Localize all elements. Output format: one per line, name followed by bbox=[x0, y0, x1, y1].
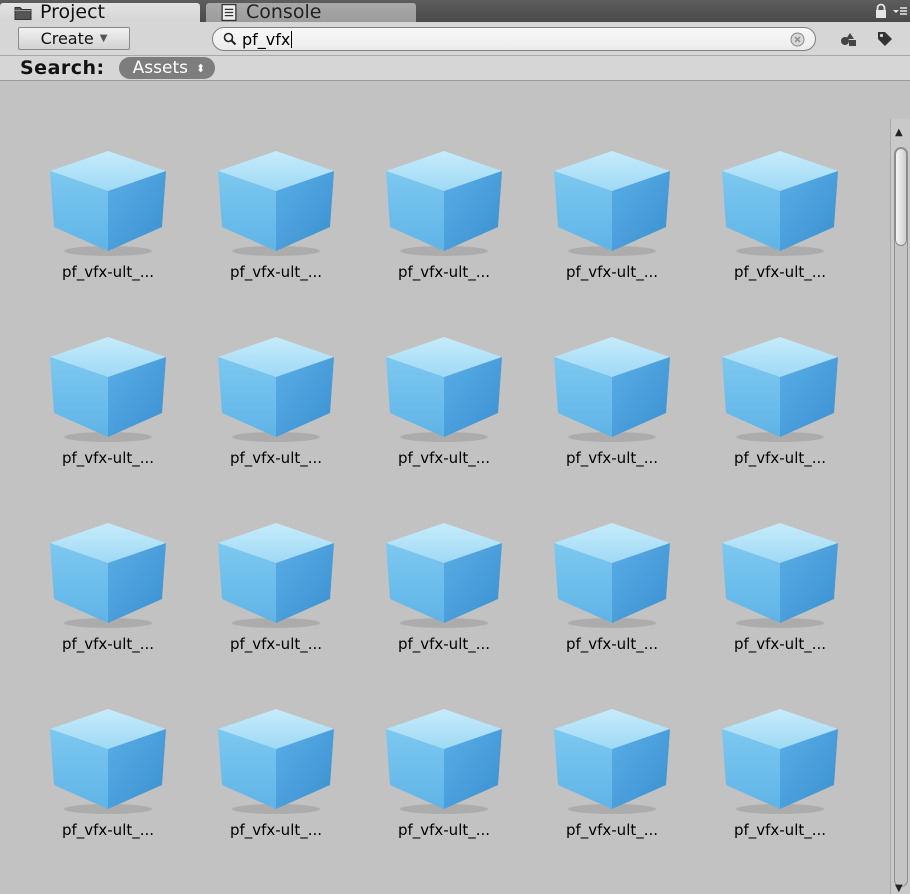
asset-item[interactable]: pf_vfx-ult_... bbox=[206, 333, 346, 519]
asset-item[interactable]: pf_vfx-ult_... bbox=[710, 333, 850, 519]
asset-grid: pf_vfx-ult_... pf_vfx-ult_... pf_vfx-ult_.… bbox=[38, 147, 878, 891]
asset-name: pf_vfx-ult_... bbox=[397, 635, 491, 653]
asset-name: pf_vfx-ult_... bbox=[61, 635, 155, 653]
scroll-thumb[interactable] bbox=[895, 148, 907, 246]
asset-name: pf_vfx-ult_... bbox=[61, 449, 155, 467]
lock-icon[interactable] bbox=[874, 3, 888, 19]
tab-console[interactable]: Console bbox=[206, 3, 416, 22]
asset-name: pf_vfx-ult_... bbox=[61, 821, 155, 839]
prefab-cube-icon bbox=[722, 523, 838, 628]
prefab-cube-icon bbox=[554, 151, 670, 256]
toolbar-row: Create ▼ pf_vfx bbox=[0, 22, 910, 56]
prefab-cube-icon bbox=[554, 709, 670, 814]
asset-name: pf_vfx-ult_... bbox=[733, 263, 827, 281]
asset-item[interactable]: pf_vfx-ult_... bbox=[374, 333, 514, 519]
scroll-down-icon[interactable]: ▼ bbox=[895, 883, 903, 894]
asset-item[interactable]: pf_vfx-ult_... bbox=[542, 519, 682, 705]
prefab-cube-icon bbox=[50, 151, 166, 256]
prefab-cube-icon bbox=[218, 709, 334, 814]
asset-item[interactable]: pf_vfx-ult_... bbox=[542, 147, 682, 333]
console-icon bbox=[221, 3, 237, 22]
project-toolbar: Create ▼ pf_vfx Search: Assets ⬍ bbox=[0, 22, 910, 81]
tab-label: Project bbox=[40, 1, 106, 23]
asset-name: pf_vfx-ult_... bbox=[565, 635, 659, 653]
asset-name: pf_vfx-ult_... bbox=[565, 821, 659, 839]
chevron-down-icon: ▼ bbox=[99, 33, 108, 44]
search-input-value[interactable]: pf_vfx bbox=[242, 30, 293, 48]
create-dropdown-button[interactable]: Create ▼ bbox=[18, 27, 130, 50]
prefab-cube-icon bbox=[218, 523, 334, 628]
search-scope-value: Assets bbox=[132, 58, 188, 78]
prefab-cube-icon bbox=[722, 709, 838, 814]
search-scope-dropdown[interactable]: Assets ⬍ bbox=[118, 57, 216, 79]
asset-item[interactable]: pf_vfx-ult_... bbox=[374, 705, 514, 891]
filter-by-type-button[interactable] bbox=[834, 26, 864, 52]
prefab-cube-icon bbox=[50, 709, 166, 814]
scroll-track[interactable] bbox=[894, 147, 908, 887]
scroll-up-icon[interactable]: ▲ bbox=[895, 127, 903, 138]
filter-by-label-button[interactable] bbox=[870, 26, 900, 52]
asset-name: pf_vfx-ult_... bbox=[397, 821, 491, 839]
search-scope-row: Search: Assets ⬍ bbox=[0, 56, 910, 80]
asset-item[interactable]: pf_vfx-ult_... bbox=[710, 519, 850, 705]
search-scope-label: Search: bbox=[20, 57, 105, 79]
asset-item[interactable]: pf_vfx-ult_... bbox=[374, 519, 514, 705]
asset-item[interactable]: pf_vfx-ult_... bbox=[206, 519, 346, 705]
prefab-cube-icon bbox=[722, 337, 838, 442]
asset-item[interactable]: pf_vfx-ult_... bbox=[542, 705, 682, 891]
asset-name: pf_vfx-ult_... bbox=[565, 449, 659, 467]
asset-name: pf_vfx-ult_... bbox=[565, 263, 659, 281]
asset-name: pf_vfx-ult_... bbox=[397, 263, 491, 281]
filter-by-label-icon bbox=[878, 32, 892, 46]
prefab-cube-icon bbox=[386, 337, 502, 442]
prefab-cube-icon bbox=[554, 523, 670, 628]
asset-item[interactable]: pf_vfx-ult_... bbox=[38, 519, 178, 705]
prefab-cube-icon bbox=[554, 337, 670, 442]
asset-name: pf_vfx-ult_... bbox=[229, 635, 323, 653]
filter-by-type-icon bbox=[841, 33, 856, 46]
asset-item[interactable]: pf_vfx-ult_... bbox=[542, 333, 682, 519]
asset-name: pf_vfx-ult_... bbox=[397, 449, 491, 467]
prefab-cube-icon bbox=[722, 151, 838, 256]
asset-name: pf_vfx-ult_... bbox=[229, 449, 323, 467]
asset-item[interactable]: pf_vfx-ult_... bbox=[38, 147, 178, 333]
asset-name: pf_vfx-ult_... bbox=[733, 635, 827, 653]
asset-item[interactable]: pf_vfx-ult_... bbox=[710, 147, 850, 333]
folder-icon bbox=[14, 7, 32, 20]
search-icon bbox=[223, 32, 237, 46]
asset-name: pf_vfx-ult_... bbox=[733, 821, 827, 839]
asset-grid-area: pf_vfx-ult_... pf_vfx-ult_... pf_vfx-ult_.… bbox=[0, 119, 890, 894]
asset-name: pf_vfx-ult_... bbox=[733, 449, 827, 467]
search-field[interactable]: pf_vfx bbox=[212, 27, 816, 51]
panel-menu-icon[interactable] bbox=[892, 4, 908, 18]
asset-name: pf_vfx-ult_... bbox=[61, 263, 155, 281]
create-label: Create bbox=[40, 29, 94, 48]
prefab-cube-icon bbox=[386, 709, 502, 814]
asset-name: pf_vfx-ult_... bbox=[229, 821, 323, 839]
asset-item[interactable]: pf_vfx-ult_... bbox=[206, 147, 346, 333]
prefab-cube-icon bbox=[218, 151, 334, 256]
clear-search-icon[interactable] bbox=[790, 32, 805, 47]
asset-item[interactable]: pf_vfx-ult_... bbox=[38, 333, 178, 519]
asset-item[interactable]: pf_vfx-ult_... bbox=[38, 705, 178, 891]
vertical-scrollbar[interactable]: ▲ ▼ bbox=[890, 119, 910, 894]
tab-bar: Project Console bbox=[0, 0, 910, 22]
asset-item[interactable]: pf_vfx-ult_... bbox=[374, 147, 514, 333]
asset-item[interactable]: pf_vfx-ult_... bbox=[206, 705, 346, 891]
up-down-arrows-icon: ⬍ bbox=[195, 61, 206, 75]
tab-project[interactable]: Project bbox=[0, 3, 200, 22]
tab-label: Console bbox=[246, 1, 322, 23]
asset-item[interactable]: pf_vfx-ult_... bbox=[710, 705, 850, 891]
prefab-cube-icon bbox=[50, 337, 166, 442]
prefab-cube-icon bbox=[50, 523, 166, 628]
asset-name: pf_vfx-ult_... bbox=[229, 263, 323, 281]
tabbar-controls bbox=[874, 0, 910, 22]
prefab-cube-icon bbox=[386, 523, 502, 628]
prefab-cube-icon bbox=[218, 337, 334, 442]
prefab-cube-icon bbox=[386, 151, 502, 256]
